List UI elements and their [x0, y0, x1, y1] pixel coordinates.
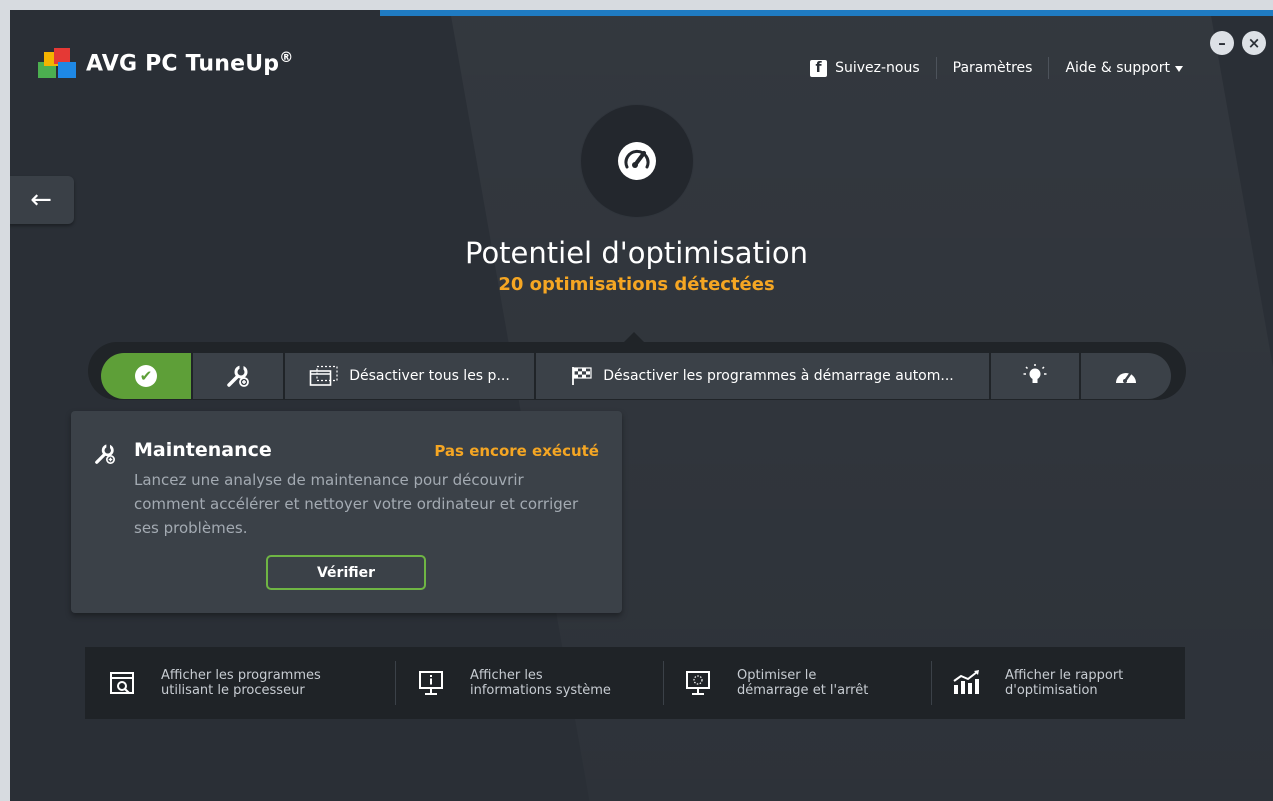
action-label-line1: Afficher le rapport [1005, 668, 1124, 683]
popup-title: Maintenance [134, 439, 272, 461]
process-monitor-icon [110, 672, 134, 694]
header-separator [1048, 57, 1050, 79]
action-label-line1: Afficher les [470, 668, 543, 683]
action-label-line1: Afficher les programmes [161, 668, 321, 683]
system-info-icon [419, 671, 443, 695]
checkered-flag-icon [572, 367, 592, 385]
minimize-button[interactable]: – [1210, 31, 1234, 55]
verify-button[interactable]: Vérifier [266, 555, 426, 590]
registered-mark: ® [279, 49, 294, 66]
tab-maintenance[interactable] [193, 353, 283, 399]
tab-disable-startup[interactable]: Désactiver les programmes à démarrage au… [536, 353, 989, 399]
optimizations-count: 20 optimisations détectées [498, 274, 775, 295]
tab-label: Désactiver les programmes à démarrage au… [603, 368, 954, 384]
light-bulb-icon [1023, 364, 1047, 383]
header-links: f Suivez-nous Paramètres Aide & support [810, 57, 1183, 79]
divider [395, 661, 396, 705]
facebook-icon[interactable]: f [810, 59, 828, 77]
tab-label: Désactiver tous les p... [349, 368, 510, 384]
action-label-line2: informations système [470, 683, 611, 698]
startup-shutdown-icon [686, 671, 710, 695]
top-accent-bar [380, 10, 1273, 16]
help-support-link[interactable]: Aide & support [1065, 60, 1170, 76]
follow-link[interactable]: Suivez-nous [835, 60, 920, 76]
action-label-line2: démarrage et l'arrêt [737, 683, 869, 698]
speedometer-icon [1116, 372, 1136, 383]
back-button[interactable]: ← [10, 176, 74, 224]
action-label-line1: Optimiser le [737, 668, 817, 683]
window-icon [309, 365, 338, 386]
action-startup-shutdown[interactable]: Optimiser le démarrage et l'arrêt [683, 647, 868, 719]
settings-link[interactable]: Paramètres [953, 60, 1033, 76]
popup-description: Lancez une analyse de maintenance pour d… [134, 471, 579, 537]
tab-performance[interactable] [1081, 353, 1171, 399]
wrench-icon [227, 365, 249, 387]
action-process-monitor[interactable]: Afficher les programmes utilisant le pro… [107, 647, 321, 719]
status-badge: Pas encore exécuté [434, 442, 599, 460]
action-system-info[interactable]: Afficher les informations système [416, 647, 611, 719]
action-label-line2: d'optimisation [1005, 683, 1098, 698]
maintenance-popup: Maintenance Pas encore exécuté Lancez un… [71, 411, 622, 613]
action-label-line2: utilisant le processeur [161, 683, 305, 698]
app-logo: AVG PC TuneUp® [38, 48, 293, 78]
action-optimization-report[interactable]: Afficher le rapport d'optimisation [951, 647, 1123, 719]
tab-disable-programs[interactable]: Désactiver tous les p... [285, 353, 534, 399]
avg-logo-icon [38, 48, 78, 78]
quick-actions-bar: Afficher les programmes utilisant le pro… [85, 647, 1185, 719]
brand-name: AVG [86, 51, 138, 77]
speedometer-icon [618, 142, 656, 180]
divider [663, 661, 664, 705]
wrench-icon [95, 443, 115, 464]
dropdown-arrow-icon[interactable] [1175, 66, 1183, 72]
app-title: AVG PC TuneUp® [86, 50, 293, 76]
gauge-circle [581, 105, 693, 217]
report-chart-icon [953, 670, 979, 694]
tab-tips[interactable] [991, 353, 1079, 399]
close-button[interactable]: × [1242, 31, 1266, 55]
divider [931, 661, 932, 705]
header-separator [935, 57, 937, 79]
page-title: Potentiel d'optimisation [464, 236, 809, 270]
toolbar-pointer [623, 332, 645, 343]
tab-status[interactable]: ✔ [101, 353, 191, 399]
product-name: PC TuneUp [145, 51, 280, 77]
check-icon: ✔ [135, 365, 157, 387]
